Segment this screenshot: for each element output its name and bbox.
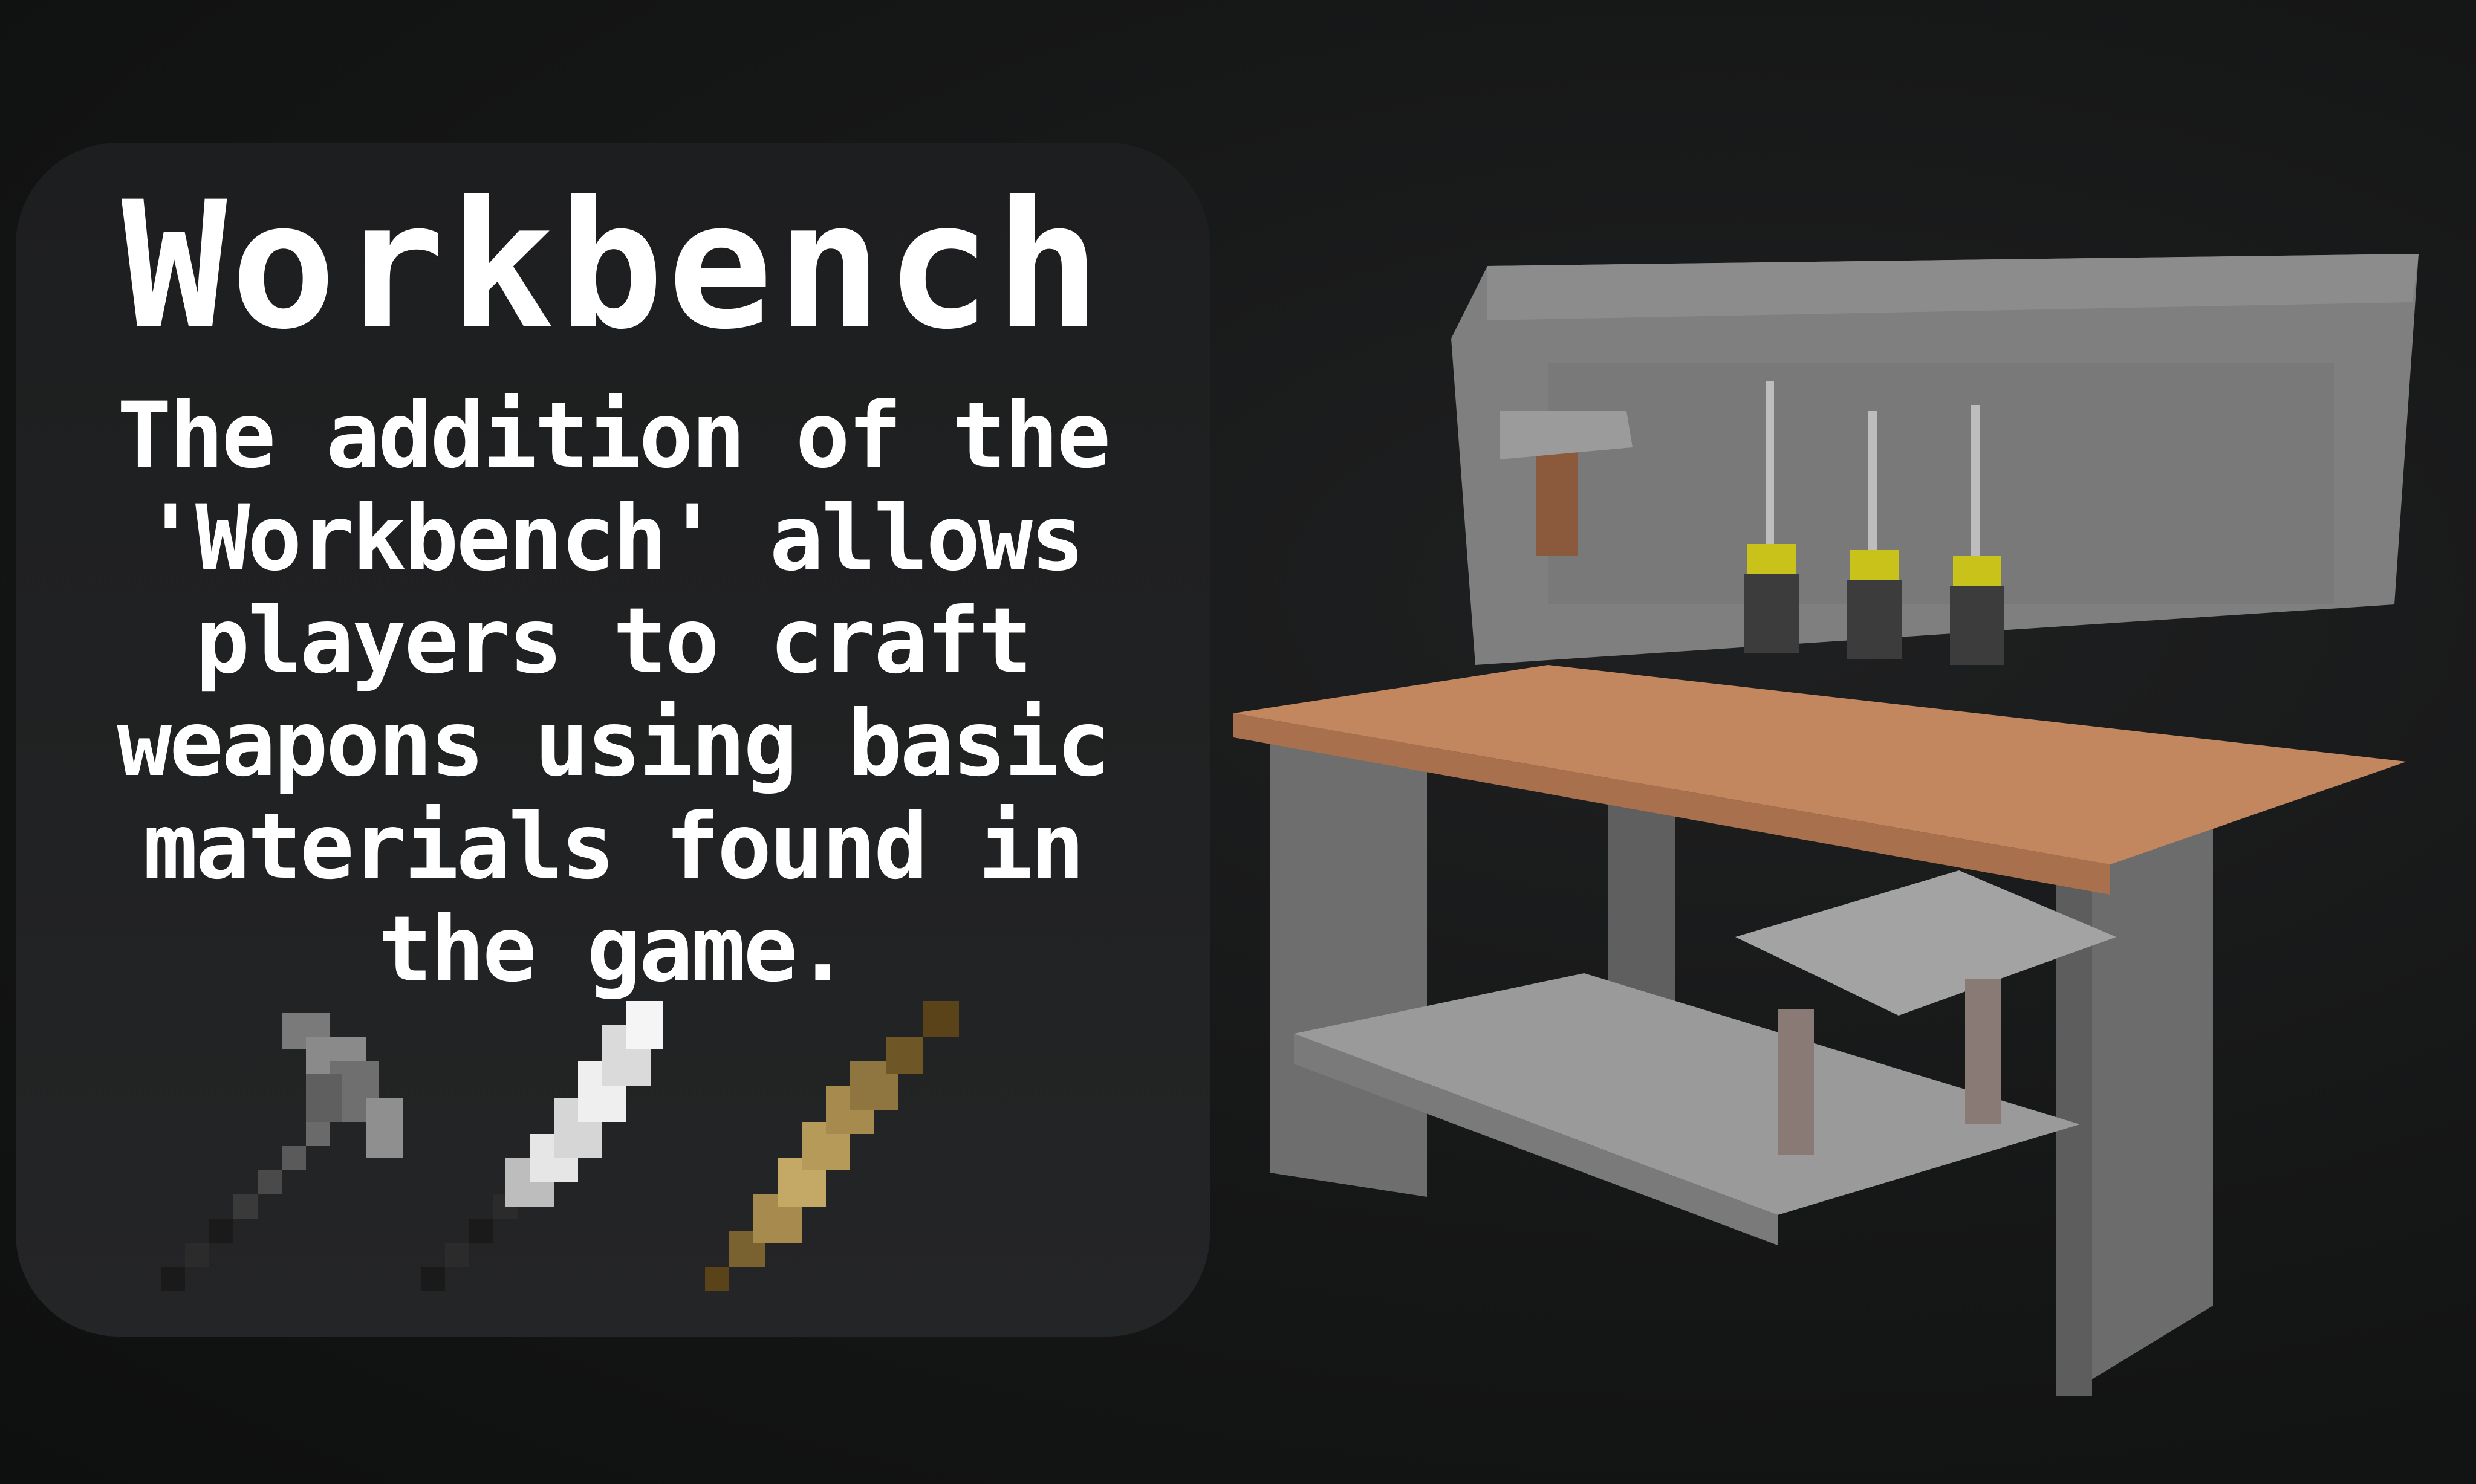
card-description: The addition of the 'Workbench' allows p… xyxy=(117,383,1111,1002)
item-row xyxy=(149,989,1056,1303)
rolling-pin-icon xyxy=(693,989,983,1303)
hammer-icon xyxy=(149,989,439,1303)
knife-icon xyxy=(409,989,699,1303)
info-card: Workbench The addition of the 'Workbench… xyxy=(16,143,1210,1337)
workbench-model xyxy=(1233,230,2419,1408)
card-title: Workbench xyxy=(121,164,1105,368)
